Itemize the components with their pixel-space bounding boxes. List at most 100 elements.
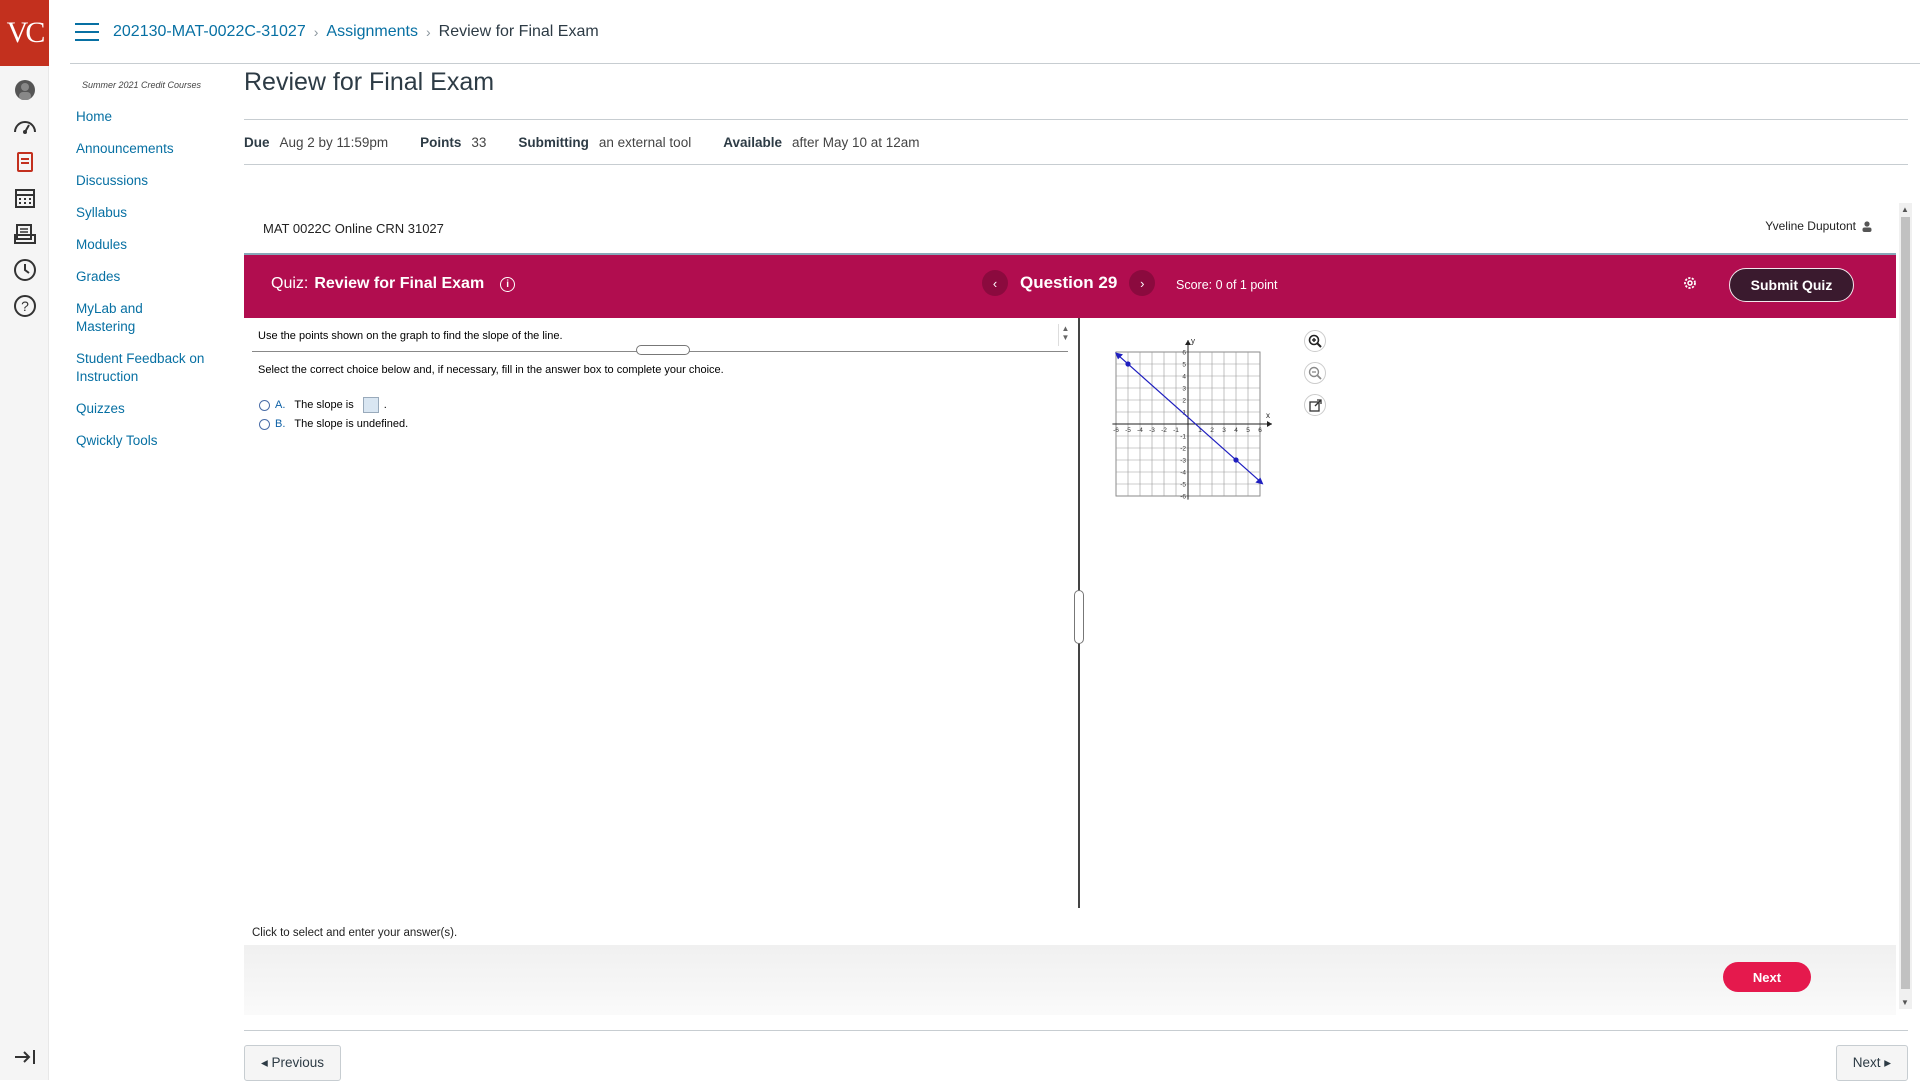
question-scroll-arrows[interactable]: ▲ ▼ xyxy=(1058,324,1072,346)
collapse-nav-icon[interactable] xyxy=(0,1042,49,1072)
settings-gear-icon[interactable] xyxy=(1682,275,1698,296)
submitting-label: Submitting xyxy=(518,134,589,150)
top-bar: 202130-MAT-0022C-31027 › Assignments › R… xyxy=(70,0,1920,64)
help-icon[interactable]: ? xyxy=(0,288,49,324)
slope-answer-box[interactable] xyxy=(362,397,379,413)
quiz-title: Quiz: Review for Final Exam i xyxy=(271,275,516,293)
x-tick-label: -4 xyxy=(1137,427,1143,434)
inbox-icon[interactable] xyxy=(0,216,49,252)
frame-scrollbar[interactable]: ▲ ▼ xyxy=(1899,203,1912,1009)
available-label: Available xyxy=(723,134,782,150)
y-tick-label: 3 xyxy=(1182,386,1186,393)
y-tick-label: -5 xyxy=(1180,482,1186,489)
module-pager: ◂ Previous Next ▸ xyxy=(244,1030,1908,1081)
courses-icon[interactable] xyxy=(0,144,49,180)
x-tick-label: 6 xyxy=(1258,427,1262,434)
y-tick-label: 2 xyxy=(1182,398,1186,405)
points-label: Points xyxy=(420,134,462,150)
breadcrumb-separator: › xyxy=(313,23,319,40)
user-menu[interactable]: Yveline Duputont xyxy=(1765,219,1872,233)
choice-b-radio[interactable] xyxy=(259,418,270,430)
due-value: Aug 2 by 11:59pm xyxy=(279,134,389,150)
choice-b[interactable]: B. The slope is undefined. xyxy=(259,418,408,430)
x-tick-label: -2 xyxy=(1161,427,1167,434)
question-text: Use the points shown on the graph to fin… xyxy=(258,330,563,342)
mylab-frame: MAT 0022C Online CRN 31027 Yveline Duput… xyxy=(244,203,1912,1015)
dashboard-icon[interactable] xyxy=(0,108,49,144)
question-pane: Use the points shown on the graph to fin… xyxy=(244,318,1070,908)
score-text: Score: 0 of 1 point xyxy=(1176,278,1278,292)
previous-question-icon[interactable]: ‹ xyxy=(982,270,1008,296)
course-nav-announcements[interactable]: Announcements xyxy=(76,140,230,158)
instruction-text: Select the correct choice below and, if … xyxy=(258,364,724,376)
scroll-up-icon[interactable]: ▲ xyxy=(1901,205,1909,214)
quiz-header-bar: Quiz: Review for Final Exam i ‹ Question… xyxy=(244,253,1896,318)
x-tick-label: 5 xyxy=(1246,427,1250,434)
available-value: after May 10 at 12am xyxy=(791,134,920,150)
next-page-button[interactable]: Next ▸ xyxy=(1835,1045,1908,1081)
choice-a-period: . xyxy=(383,399,387,411)
submitting-value: an external tool xyxy=(598,134,692,150)
assignment-details: Due Aug 2 by 11:59pm Points 33 Submittin… xyxy=(244,120,1908,165)
click-instruction: Click to select and enter your answer(s)… xyxy=(252,927,458,939)
history-icon[interactable] xyxy=(0,252,49,288)
course-nav-grades[interactable]: Grades xyxy=(76,268,230,286)
main-content: Review for Final Exam Due Aug 2 by 11:59… xyxy=(244,64,1908,165)
breadcrumb-course[interactable]: 202130-MAT-0022C-31027 xyxy=(113,23,306,41)
zoom-in-icon[interactable] xyxy=(1304,330,1326,352)
course-nav-mylab[interactable]: MyLab and Mastering xyxy=(76,300,156,336)
account-icon[interactable] xyxy=(0,72,49,108)
page-title: Review for Final Exam xyxy=(244,64,1908,120)
course-menu-toggle-icon[interactable] xyxy=(75,22,99,41)
pane-divider-grip[interactable] xyxy=(1074,590,1084,644)
global-nav: VC ? xyxy=(0,0,49,1080)
course-nav-qwickly[interactable]: Qwickly Tools xyxy=(76,432,230,450)
choice-a[interactable]: A. The slope is . xyxy=(259,397,387,413)
y-axis-label: y xyxy=(1191,337,1195,346)
choice-a-radio[interactable] xyxy=(259,399,270,411)
y-tick-label: -1 xyxy=(1180,434,1186,441)
course-nav-feedback[interactable]: Student Feedback on Instruction xyxy=(76,350,216,386)
zoom-out-icon[interactable] xyxy=(1304,362,1326,384)
course-nav: Summer 2021 Credit Courses Home Announce… xyxy=(70,80,230,464)
svg-text:?: ? xyxy=(21,298,29,314)
calendar-icon[interactable] xyxy=(0,180,49,216)
graph-point xyxy=(1233,457,1239,463)
user-name: Yveline Duputont xyxy=(1765,219,1856,233)
previous-page-button[interactable]: ◂ Previous xyxy=(244,1045,342,1081)
x-tick-label: 2 xyxy=(1210,427,1214,434)
graph-tools xyxy=(1304,330,1326,416)
submit-quiz-button[interactable]: Submit Quiz xyxy=(1729,268,1854,302)
quiz-prefix: Quiz: xyxy=(271,275,309,292)
y-tick-label: -4 xyxy=(1180,470,1186,477)
question-number[interactable]: Question 29 xyxy=(1020,273,1117,293)
mylab-course-line: MAT 0022C Online CRN 31027 xyxy=(263,221,444,236)
course-nav-syllabus[interactable]: Syllabus xyxy=(76,204,230,222)
graph-point xyxy=(1125,361,1131,367)
pane-resize-grip[interactable] xyxy=(636,345,690,355)
scroll-down-icon[interactable]: ▼ xyxy=(1901,998,1909,1007)
next-question-button[interactable]: Next xyxy=(1723,962,1811,992)
course-nav-modules[interactable]: Modules xyxy=(76,236,230,254)
institution-logo[interactable]: VC xyxy=(0,0,49,66)
info-icon[interactable]: i xyxy=(500,276,516,292)
x-tick-label: -3 xyxy=(1149,427,1155,434)
breadcrumb-separator: › xyxy=(425,23,431,40)
next-question-icon[interactable]: › xyxy=(1129,270,1156,296)
question-footer xyxy=(244,945,1896,1015)
y-tick-label: -3 xyxy=(1180,458,1186,465)
course-nav-quizzes[interactable]: Quizzes xyxy=(76,400,230,418)
scrollbar-thumb[interactable] xyxy=(1901,217,1910,989)
user-icon xyxy=(1862,220,1872,232)
y-tick-label: -2 xyxy=(1180,446,1186,453)
choice-b-letter: B. xyxy=(275,418,286,430)
breadcrumb: 202130-MAT-0022C-31027 › Assignments › R… xyxy=(113,23,599,41)
course-nav-home[interactable]: Home xyxy=(76,108,230,126)
course-nav-discussions[interactable]: Discussions xyxy=(76,172,230,190)
x-tick-label: -6 xyxy=(1113,427,1119,434)
choice-a-text: The slope is xyxy=(294,399,354,411)
breadcrumb-assignments[interactable]: Assignments xyxy=(326,23,418,41)
popout-icon[interactable] xyxy=(1304,394,1326,416)
y-tick-label: -6 xyxy=(1180,494,1186,501)
question-navigator: ‹ Question 29 › xyxy=(982,270,1156,296)
